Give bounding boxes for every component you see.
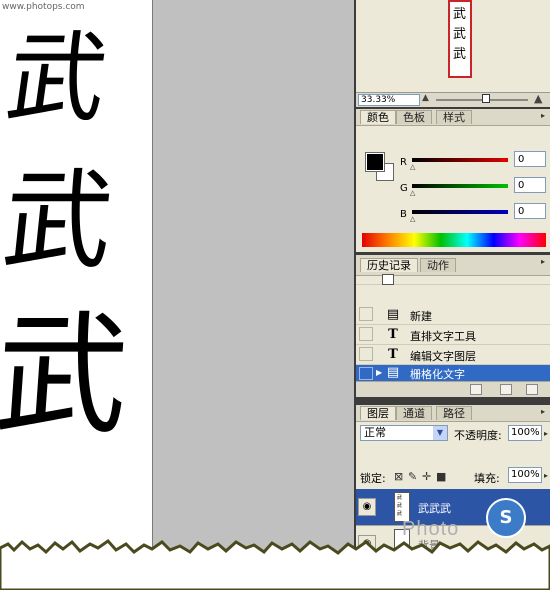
channel-label: R bbox=[400, 157, 407, 168]
history-item[interactable]: ▤ 新建 bbox=[356, 305, 550, 325]
history-tabbar: 历史记录 动作 ▸ bbox=[356, 255, 550, 276]
panel-menu-icon[interactable]: ▸ bbox=[538, 111, 548, 121]
navigator-panel: 武 武 武 bbox=[356, 0, 550, 92]
tab-history[interactable]: 历史记录 bbox=[360, 258, 418, 272]
type-tool-icon: T bbox=[388, 327, 398, 342]
color-panel: 颜色 色板 样式 ▸ R △ 0 G △ 0 B △ 0 bbox=[356, 109, 550, 252]
history-item-label: 编辑文字图层 bbox=[410, 350, 476, 363]
watermark-url: www.photops.com bbox=[2, 2, 85, 12]
history-checkbox[interactable] bbox=[359, 347, 373, 361]
history-state-icon: ▤ bbox=[386, 365, 400, 380]
document-canvas[interactable]: www.photops.com 武 武 武 bbox=[0, 0, 153, 556]
history-item-selected[interactable]: ▶ ▤ 栅格化文字 bbox=[356, 365, 550, 382]
snapshot-icon bbox=[382, 274, 394, 285]
slider-triangle-icon[interactable]: △ bbox=[410, 189, 415, 197]
tab-actions[interactable]: 动作 bbox=[420, 258, 456, 272]
history-item[interactable]: T 直排文字工具 bbox=[356, 325, 550, 345]
green-slider[interactable] bbox=[412, 184, 508, 188]
channel-label: B bbox=[400, 209, 407, 220]
eye-icon[interactable]: ◉ bbox=[358, 498, 376, 516]
thumb-char: 武 bbox=[453, 27, 467, 42]
green-value-field[interactable]: 0 bbox=[514, 177, 546, 193]
slider-triangle-icon[interactable]: △ bbox=[410, 163, 415, 171]
lock-transparency-icon[interactable]: ⊠ bbox=[394, 470, 403, 483]
new-document-from-state-icon[interactable] bbox=[470, 384, 482, 395]
fill-label: 填充: bbox=[474, 472, 500, 485]
zoom-slider-thumb[interactable] bbox=[482, 94, 491, 103]
delete-state-icon[interactable] bbox=[526, 384, 538, 395]
history-checkbox[interactable] bbox=[359, 327, 373, 341]
panel-menu-icon[interactable]: ▸ bbox=[538, 407, 548, 417]
chevron-down-icon[interactable]: ▼ bbox=[433, 426, 447, 440]
blend-mode-select[interactable]: 正常 ▼ bbox=[360, 425, 448, 441]
thumb-char: 武 bbox=[453, 7, 467, 22]
layers-tabbar: 图层 通道 路径 ▸ bbox=[356, 405, 550, 422]
history-item-label: 直排文字工具 bbox=[410, 330, 476, 343]
calligraphy-char: 武 bbox=[0, 22, 115, 136]
zoom-in-icon[interactable]: ▲ bbox=[534, 92, 542, 105]
thumb-char: 武 bbox=[453, 47, 467, 62]
palette-column: 武 武 武 33.33% ▲ ▲ 颜色 色板 样式 ▸ R △ 0 G △ 0 … bbox=[354, 0, 550, 560]
tab-paths[interactable]: 路径 bbox=[436, 406, 472, 420]
document-workspace: www.photops.com 武 武 武 bbox=[0, 0, 354, 560]
channel-label: G bbox=[400, 183, 408, 194]
calligraphy-char: 武 bbox=[0, 299, 134, 453]
panel-menu-icon[interactable]: ▸ bbox=[538, 257, 548, 267]
lock-label: 锁定: bbox=[360, 472, 386, 485]
opacity-label: 不透明度: bbox=[454, 429, 502, 442]
history-item-label: 新建 bbox=[410, 310, 432, 323]
fill-arrow-icon[interactable]: ▸ bbox=[544, 471, 548, 480]
color-tabbar: 颜色 色板 样式 ▸ bbox=[356, 109, 550, 126]
history-checkbox[interactable] bbox=[359, 307, 373, 321]
new-snapshot-icon[interactable] bbox=[500, 384, 512, 395]
lock-all-icon[interactable]: ■ bbox=[436, 470, 446, 483]
slider-triangle-icon[interactable]: △ bbox=[410, 215, 415, 223]
red-slider[interactable] bbox=[412, 158, 508, 162]
zoom-input[interactable]: 33.33% bbox=[358, 94, 420, 106]
lock-move-icon[interactable]: ✛ bbox=[422, 470, 431, 483]
tab-styles[interactable]: 样式 bbox=[436, 110, 472, 124]
history-item-label: 栅格化文字 bbox=[410, 368, 465, 381]
zoom-slider[interactable] bbox=[436, 94, 528, 103]
opacity-arrow-icon[interactable]: ▸ bbox=[544, 429, 548, 438]
color-spectrum-ramp[interactable] bbox=[362, 233, 546, 247]
tab-channels[interactable]: 通道 bbox=[396, 406, 432, 420]
type-tool-icon: T bbox=[388, 347, 398, 362]
history-item[interactable]: T 编辑文字图层 bbox=[356, 345, 550, 365]
navigator-zoom-bar: 33.33% ▲ ▲ bbox=[356, 92, 550, 107]
blue-value-field[interactable]: 0 bbox=[514, 203, 546, 219]
red-value-field[interactable]: 0 bbox=[514, 151, 546, 167]
navigator-preview[interactable]: 武 武 武 bbox=[448, 0, 472, 78]
fill-input[interactable]: 100% bbox=[508, 467, 542, 483]
calligraphy-char: 武 bbox=[0, 159, 119, 284]
history-toolbar bbox=[356, 381, 550, 397]
torn-paper-edge bbox=[0, 539, 550, 590]
blend-mode-value: 正常 bbox=[364, 426, 386, 439]
tab-swatches[interactable]: 色板 bbox=[396, 110, 432, 124]
blue-slider[interactable] bbox=[412, 210, 508, 214]
history-checkbox[interactable] bbox=[359, 367, 373, 380]
tab-layers[interactable]: 图层 bbox=[360, 406, 396, 420]
opacity-input[interactable]: 100% bbox=[508, 425, 542, 441]
tab-color[interactable]: 颜色 bbox=[360, 110, 396, 124]
zoom-out-icon[interactable]: ▲ bbox=[422, 93, 429, 103]
lock-brush-icon[interactable]: ✎ bbox=[408, 470, 417, 483]
foreground-color-swatch[interactable] bbox=[365, 152, 385, 172]
history-state-arrow-icon: ▶ bbox=[376, 368, 383, 377]
history-snapshot-row[interactable] bbox=[356, 274, 550, 285]
history-panel: 历史记录 动作 ▸ ▤ 新建 T 直排文字工具 T 编辑文字图层 ▶ ▤ 栅格化… bbox=[356, 255, 550, 397]
history-state-icon: ▤ bbox=[386, 307, 400, 322]
